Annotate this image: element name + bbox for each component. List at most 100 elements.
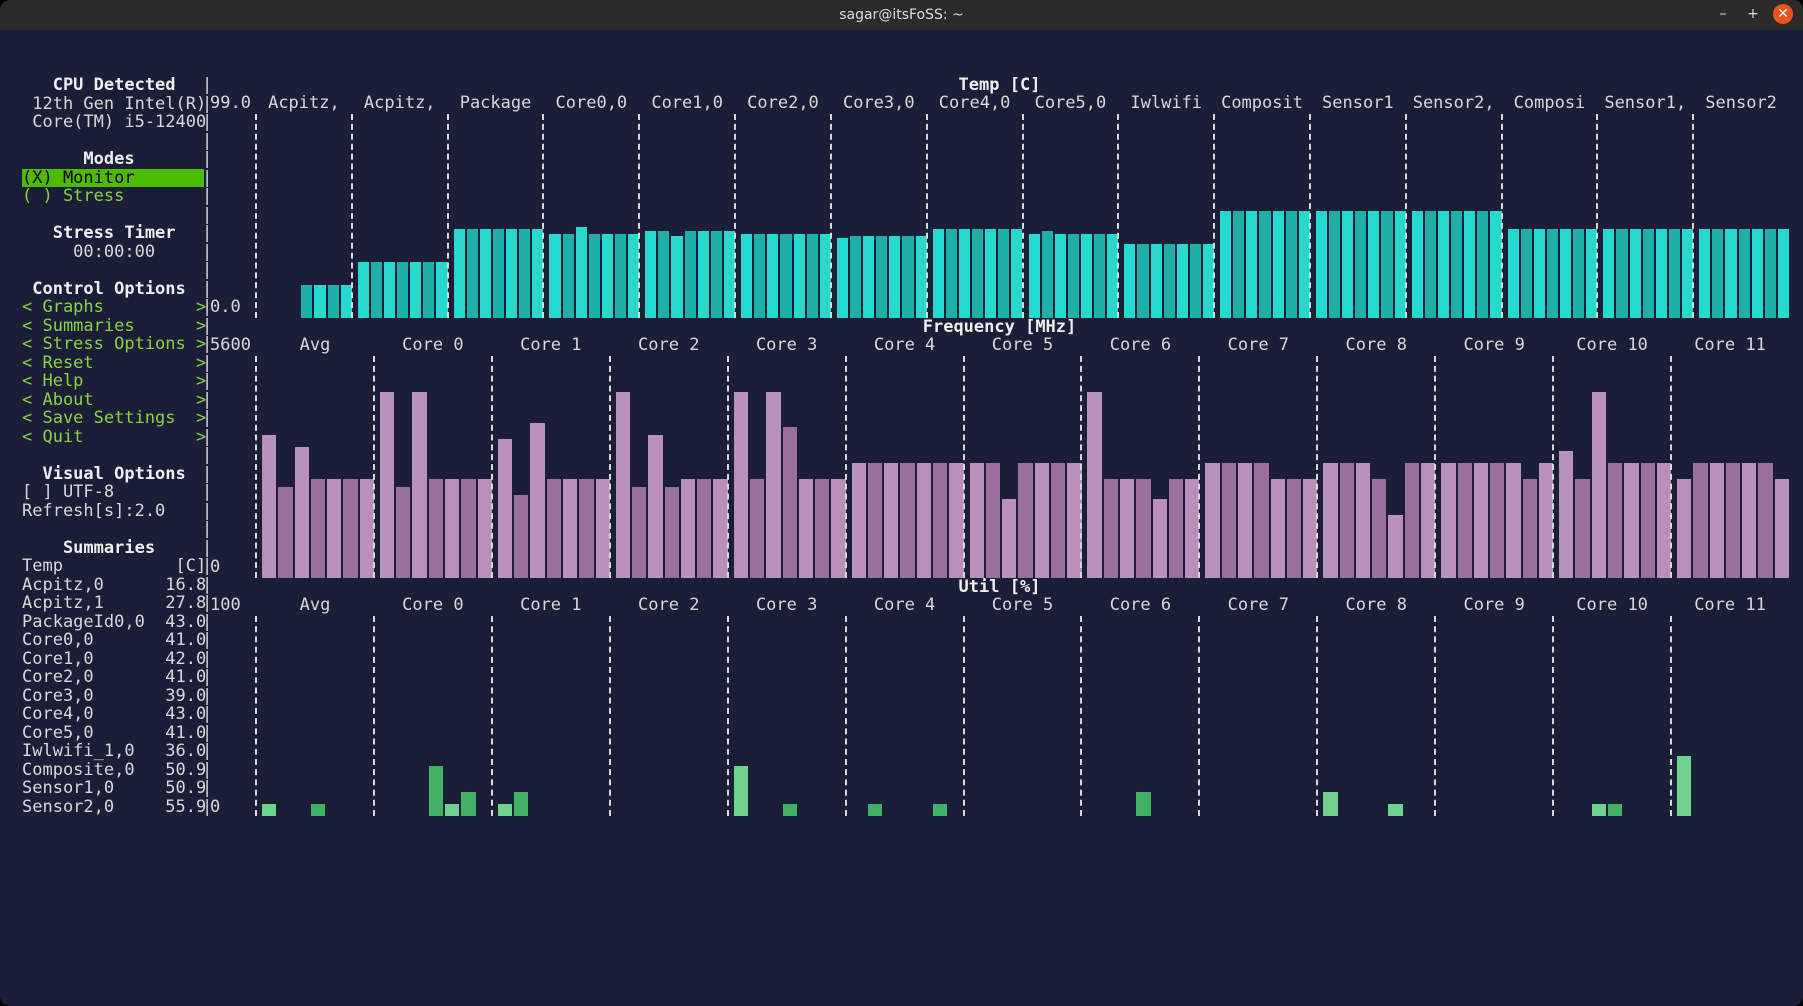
chart-col: Core 10 bbox=[1553, 356, 1671, 578]
control-item-3[interactable]: < Reset > bbox=[22, 354, 204, 373]
chart-col-label: Core 8 bbox=[1317, 596, 1435, 615]
utf8-toggle[interactable]: [ ] UTF-8 bbox=[22, 483, 204, 502]
cpu-model-line1: 12th Gen Intel(R) bbox=[22, 95, 204, 114]
control-item-6[interactable]: < Save Settings > bbox=[22, 409, 204, 428]
chart-col-label: Core 4 bbox=[846, 596, 964, 615]
chart-col-label: Core 10 bbox=[1553, 596, 1671, 615]
chart-col-label: Core 2 bbox=[610, 596, 728, 615]
summary-row-7: Core4,0 43.0 bbox=[22, 705, 204, 724]
chart-col: Core 6 bbox=[1081, 356, 1199, 578]
freq-chart: AvgCore 0Core 1Core 2Core 3Core 4Core 5C… bbox=[210, 356, 1789, 578]
chart-col-label: Core4,0 bbox=[927, 94, 1023, 113]
chart-col: Core 6 bbox=[1081, 616, 1199, 816]
chart-col-label: Core 6 bbox=[1081, 596, 1199, 615]
control-options-heading: Control Options bbox=[22, 280, 204, 299]
chart-col-label: Core 1 bbox=[492, 336, 610, 355]
chart-col: Core 11 bbox=[1671, 356, 1789, 578]
chart-col: Composi bbox=[1502, 114, 1598, 318]
summary-row-8: Core5,0 41.0 bbox=[22, 724, 204, 743]
close-button[interactable]: ✕ bbox=[1773, 4, 1793, 24]
chart-col-label: Avg bbox=[256, 336, 374, 355]
window-title: sagar@itsFoSS: ~ bbox=[839, 6, 964, 25]
chart-col-label: Core 9 bbox=[1435, 336, 1553, 355]
temp-ymax: 99.0 bbox=[210, 94, 251, 113]
chart-col: Core 5 bbox=[964, 616, 1082, 816]
terminal-window: sagar@itsFoSS: ~ – + ✕ CPU Detected 12th… bbox=[0, 0, 1803, 1006]
chart-col-label: Core 1 bbox=[492, 596, 610, 615]
chart-col-label: Core 11 bbox=[1671, 596, 1789, 615]
control-item-2[interactable]: < Stress Options > bbox=[22, 335, 204, 354]
cpu-model-line2: Core(TM) i5-12400 bbox=[22, 113, 204, 132]
chart-col: Core 0 bbox=[374, 616, 492, 816]
chart-col-label: Avg bbox=[256, 596, 374, 615]
chart-col: Core1,0 bbox=[639, 114, 735, 318]
chart-col-label: Sensor1 bbox=[1310, 94, 1406, 113]
chart-col-label: Core 5 bbox=[964, 596, 1082, 615]
chart-col: Core 4 bbox=[846, 616, 964, 816]
chart-col: Core4,0 bbox=[927, 114, 1023, 318]
chart-col: Sensor1, bbox=[1597, 114, 1693, 318]
chart-col-label: Core 3 bbox=[728, 336, 846, 355]
util-chart-title: Util [%] bbox=[210, 578, 1789, 597]
control-item-1[interactable]: < Summaries > bbox=[22, 317, 204, 336]
chart-col: Core 11 bbox=[1671, 616, 1789, 816]
chart-col: Core 10 bbox=[1553, 616, 1671, 816]
chart-col: Core 3 bbox=[728, 356, 846, 578]
chart-col: Core 2 bbox=[610, 616, 728, 816]
chart-col-label: Core0,0 bbox=[543, 94, 639, 113]
chart-col: Core 4 bbox=[846, 356, 964, 578]
control-item-4[interactable]: < Help > bbox=[22, 372, 204, 391]
minimize-button[interactable]: – bbox=[1713, 4, 1733, 24]
chart-col: Core 7 bbox=[1199, 616, 1317, 816]
mode-monitor[interactable]: (X) Monitor bbox=[22, 169, 204, 188]
chart-col: Composit bbox=[1214, 114, 1310, 318]
summaries-temp-header: Temp [C] bbox=[22, 557, 204, 576]
modes-heading: Modes bbox=[22, 150, 204, 169]
chart-col-label: Core 9 bbox=[1435, 596, 1553, 615]
chart-col: Core 7 bbox=[1199, 356, 1317, 578]
chart-col-label: Sensor1, bbox=[1597, 94, 1693, 113]
control-item-7[interactable]: < Quit > bbox=[22, 428, 204, 447]
summary-row-5: Core2,0 41.0 bbox=[22, 668, 204, 687]
chart-col-label: Composit bbox=[1214, 94, 1310, 113]
summary-row-3: Core0,0 41.0 bbox=[22, 631, 204, 650]
chart-col-label: Sensor2, bbox=[1406, 94, 1502, 113]
sidebar: CPU Detected 12th Gen Intel(R) Core(TM) … bbox=[22, 76, 204, 816]
chart-col-label: Core 0 bbox=[374, 336, 492, 355]
summary-row-4: Core1,0 42.0 bbox=[22, 650, 204, 669]
chart-col-label: Core 2 bbox=[610, 336, 728, 355]
chart-col: Sensor2, bbox=[1406, 114, 1502, 318]
stress-timer-heading: Stress Timer bbox=[22, 224, 204, 243]
control-item-5[interactable]: < About > bbox=[22, 391, 204, 410]
util-ymax: 100 bbox=[210, 596, 241, 615]
control-item-0[interactable]: < Graphs > bbox=[22, 298, 204, 317]
visual-options-heading: Visual Options bbox=[22, 465, 204, 484]
chart-col-label: Core2,0 bbox=[735, 94, 831, 113]
maximize-button[interactable]: + bbox=[1743, 4, 1763, 24]
chart-col: Acpitz, bbox=[256, 114, 352, 318]
summary-row-1: Acpitz,1 27.8 bbox=[22, 594, 204, 613]
temp-chart: Acpitz,Acpitz,PackageCore0,0Core1,0Core2… bbox=[210, 114, 1789, 318]
chart-col: Core 5 bbox=[964, 356, 1082, 578]
mode-stress[interactable]: ( ) Stress bbox=[22, 187, 204, 206]
freq-chart-title: Frequency [MHz] bbox=[210, 318, 1789, 337]
titlebar[interactable]: sagar@itsFoSS: ~ – + ✕ bbox=[0, 0, 1803, 30]
chart-col-label: Core 0 bbox=[374, 596, 492, 615]
stress-timer-value: 00:00:00 bbox=[22, 243, 204, 262]
chart-col-label: Acpitz, bbox=[352, 94, 448, 113]
chart-col: Core 0 bbox=[374, 356, 492, 578]
chart-col: Core 1 bbox=[492, 616, 610, 816]
chart-col: Core3,0 bbox=[831, 114, 927, 318]
util-chart: AvgCore 0Core 1Core 2Core 3Core 4Core 5C… bbox=[210, 616, 1789, 816]
chart-col-label: Sensor2 bbox=[1693, 94, 1789, 113]
refresh-setting[interactable]: Refresh[s]:2.0 bbox=[22, 502, 204, 521]
summary-row-10: Composite,0 50.9 bbox=[22, 761, 204, 780]
chart-col: Core0,0 bbox=[543, 114, 639, 318]
chart-col: Core 8 bbox=[1317, 356, 1435, 578]
summary-row-12: Sensor2,0 55.9 bbox=[22, 798, 204, 817]
chart-col-label: Core3,0 bbox=[831, 94, 927, 113]
chart-col: Core 8 bbox=[1317, 616, 1435, 816]
chart-col: Sensor1 bbox=[1310, 114, 1406, 318]
summary-row-9: Iwlwifi_1,0 36.0 bbox=[22, 742, 204, 761]
chart-col-label: Core 3 bbox=[728, 596, 846, 615]
